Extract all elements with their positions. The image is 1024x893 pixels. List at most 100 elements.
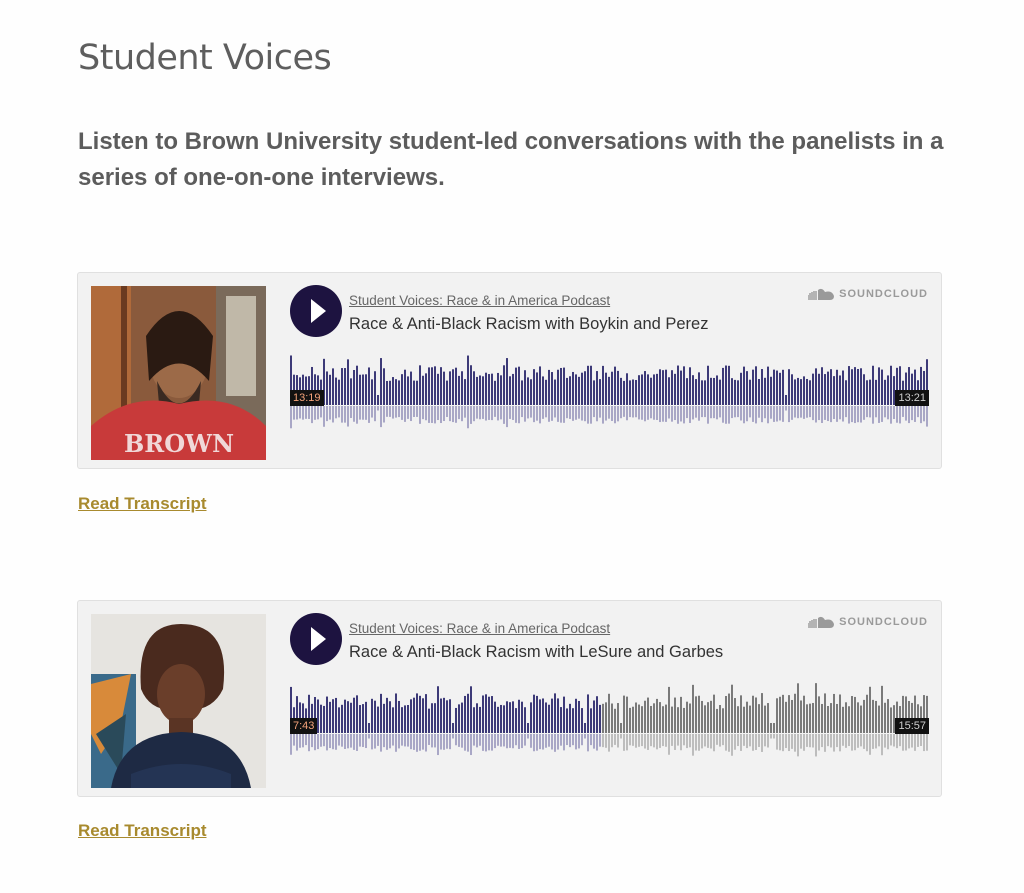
waveform-bar-reflection [860, 406, 862, 423]
waveform-bar-reflection [620, 734, 622, 739]
waveform-bar-reflection [716, 734, 718, 745]
waveform[interactable] [290, 681, 931, 761]
waveform-bar [449, 371, 451, 405]
waveform-bar-reflection [827, 406, 829, 422]
waveform-bar [728, 693, 730, 733]
waveform-bar [869, 379, 871, 405]
waveform-bar-reflection [506, 406, 508, 428]
track-artwork[interactable]: BROWN [91, 286, 266, 460]
waveform-bar-reflection [344, 406, 346, 423]
waveform-bar [812, 702, 814, 733]
waveform-bar [803, 695, 805, 733]
waveform-bar [368, 723, 370, 733]
podcast-link[interactable]: Student Voices: Race & in America Podcas… [349, 293, 610, 308]
waveform-bar-reflection [725, 406, 727, 424]
waveform-bar-reflection [530, 734, 532, 748]
play-button[interactable] [290, 285, 342, 337]
waveform-bar-reflection [884, 406, 886, 418]
waveform-bar [428, 708, 430, 733]
waveform-bar-reflection [332, 734, 334, 750]
waveform-bar-reflection [437, 406, 439, 421]
waveform-bar-reflection [458, 406, 460, 420]
waveform-bar-reflection [662, 406, 664, 422]
waveform-bar [725, 365, 727, 405]
read-transcript-link[interactable]: Read Transcript [78, 821, 207, 841]
waveform-bar [515, 708, 517, 733]
waveform-bar-reflection [317, 734, 319, 750]
waveform-bar-reflection [464, 734, 466, 751]
waveform-bar [794, 693, 796, 733]
waveform-bar-reflection [755, 734, 757, 750]
track-artwork[interactable] [91, 614, 266, 788]
track-title[interactable]: Race & Anti-Black Racism with Boykin and… [349, 315, 708, 334]
waveform-bar-reflection [494, 734, 496, 749]
waveform-bar-reflection [347, 406, 349, 427]
waveform-bar [863, 374, 865, 405]
waveform-bar [557, 369, 559, 405]
waveform-bar [563, 367, 565, 405]
waveform-bar-reflection [824, 734, 826, 752]
play-button[interactable] [290, 613, 342, 665]
waveform-bar [536, 372, 538, 405]
waveform-bar-reflection [908, 734, 910, 749]
waveform-bar-reflection [632, 734, 634, 746]
waveform-bar [395, 379, 397, 405]
waveform-bar-reflection [728, 406, 730, 424]
waveform-bar [722, 708, 724, 733]
waveform-bar [425, 694, 427, 733]
waveform-bar-reflection [659, 734, 661, 748]
waveform-bar [413, 380, 415, 405]
waveform-bar [584, 723, 586, 733]
waveform-bar-reflection [440, 406, 442, 424]
waveform-bar-reflection [710, 406, 712, 419]
waveform-bar-reflection [701, 406, 703, 418]
waveform-bar-reflection [611, 734, 613, 748]
waveform-bar [476, 376, 478, 405]
waveform-bar-reflection [521, 406, 523, 418]
waveform-bar-reflection [794, 406, 796, 418]
waveform-bar-reflection [671, 734, 673, 746]
waveform-bar [464, 695, 466, 733]
waveform-bar-reflection [569, 406, 571, 419]
waveform-bar [530, 379, 532, 405]
waveform-bar-reflection [770, 734, 772, 739]
waveform-bar-reflection [536, 406, 538, 421]
waveform-bar [365, 374, 367, 405]
waveform-bar-reflection [383, 406, 385, 423]
waveform-bar [326, 696, 328, 733]
waveform-bar-reflection [689, 406, 691, 423]
waveform-bar [647, 697, 649, 733]
waveform-bar [623, 695, 625, 733]
waveform-bar [377, 706, 379, 733]
waveform-bar-reflection [308, 734, 310, 752]
waveform-bar-reflection [605, 734, 607, 748]
soundcloud-logo[interactable]: SOUNDCLOUD [808, 288, 928, 300]
soundcloud-logo[interactable]: SOUNDCLOUD [808, 616, 928, 628]
waveform-bar [725, 696, 727, 733]
waveform[interactable] [290, 353, 931, 433]
waveform-bar-reflection [641, 734, 643, 747]
waveform-bar [620, 377, 622, 405]
waveform-bar-reflection [512, 406, 514, 420]
waveform-bar-reflection [560, 406, 562, 423]
current-time: 7:43 [290, 718, 318, 734]
waveform-bar [884, 702, 886, 733]
waveform-bar-reflection [377, 406, 379, 411]
waveform-bar [863, 699, 865, 733]
waveform-bar [536, 695, 538, 733]
waveform-bar-reflection [386, 734, 388, 750]
waveform-bar [782, 694, 784, 733]
podcast-link[interactable]: Student Voices: Race & in America Podcas… [349, 621, 610, 636]
waveform-bar [572, 708, 574, 733]
track-title[interactable]: Race & Anti-Black Racism with LeSure and… [349, 643, 723, 662]
waveform-bar [746, 371, 748, 405]
waveform-bar-reflection [290, 406, 292, 429]
waveform-bar [521, 701, 523, 733]
waveform-bar-reflection [311, 406, 313, 424]
read-transcript-link[interactable]: Read Transcript [78, 494, 207, 514]
waveform-bar [644, 371, 646, 405]
waveform-bar [710, 377, 712, 405]
waveform-bar [857, 702, 859, 733]
waveform-bar-reflection [812, 734, 814, 748]
waveform-bar [776, 370, 778, 405]
